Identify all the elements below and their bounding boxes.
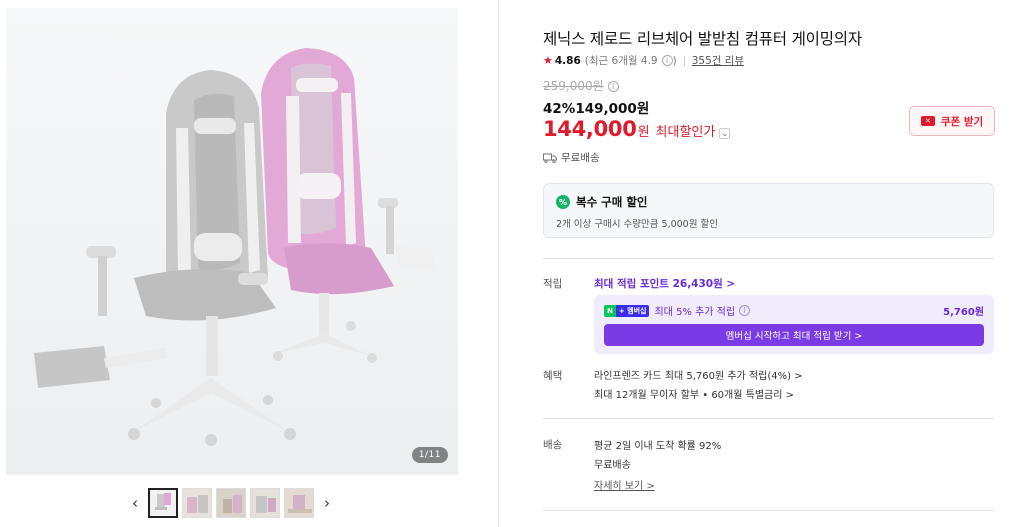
coupon-icon: ✕ [920,116,935,126]
naver-plus-badge: N + 멤버십 [604,304,650,317]
chevron-left-icon[interactable]: ‹ [126,488,144,518]
final-price: 144,000 [543,117,637,141]
thumbnail-1[interactable] [148,488,178,518]
thumbnail-2[interactable] [182,488,212,518]
thumbnail-4[interactable] [250,488,280,518]
bundle-title: 복수 구매 할인 [576,195,648,209]
star-icon: ★ [543,54,553,67]
sale-price-row: 42%149,000원 [543,97,649,117]
delivery-free: 무료배송 [594,460,631,471]
thumbnail-3[interactable] [216,488,246,518]
final-price-unit: 원 [637,125,650,140]
divider [683,55,685,66]
info-icon[interactable]: i [739,305,751,316]
percent-icon: % [556,195,570,209]
chevron-right-icon[interactable]: › [318,488,336,518]
thumbnail-room-image [183,489,211,517]
review-count-link[interactable]: 355건 리뷰 [692,53,744,68]
original-price: 259,000원 [543,79,604,93]
thumbnail-room-image [285,489,313,517]
bundle-desc: 2개 이상 구매시 수량만큼 5,000원 할인 [556,219,718,230]
bundle-header: % 복수 구매 할인 [556,194,981,210]
membership-button[interactable]: 멤버십 시작하고 최대 적립 받기 > [604,324,984,346]
membership-amount: 5,760원 [943,307,984,318]
max-points-link[interactable]: 최대 적립 포인트 26,430원 > [594,276,735,291]
badge-n: N [604,304,616,317]
points-label: 적립 [543,278,563,290]
rating-recent-close: ) [672,54,677,67]
gaming-chairs-illustration [6,8,458,475]
final-price-row: 144,000 원 최대할인가 ⌄ [543,117,731,141]
membership-text: 최대 5% 추가 적립 [654,307,736,318]
thumbnail-5[interactable] [284,488,314,518]
rating-value: 4.86 [554,54,581,67]
bundle-discount-box: % 복수 구매 할인 2개 이상 구매시 수량만큼 5,000원 할인 [543,183,994,238]
thumbnail-strip: ‹ › [126,488,336,518]
original-price-row: 259,000원 i [543,77,619,94]
benefits-label: 혜택 [543,370,563,382]
chevron-down-icon[interactable]: ⌄ [719,128,731,139]
thumbnail-room-image [251,489,279,517]
rating-row: ★ 4.86 (최근 6개월 4.9 i ) 355건 리뷰 [543,53,744,68]
shipping-row: 무료배송 [543,150,600,165]
product-info: 제닉스 제로드 리브체어 발받침 컴퓨터 게이밍의자 ★ 4.86 (최근 6개… [543,0,995,527]
final-price-label: 최대할인가 [655,125,716,140]
sale-price: 149,000원 [575,101,650,117]
coupon-label: 쿠폰 받기 [940,115,984,128]
discount-rate: 42% [543,101,576,117]
divider [543,258,994,259]
rating-recent: (최근 6개월 4.9 [584,55,658,67]
membership-box: N + 멤버십 최대 5% 추가 적립 i 5,760원 멤버십 시작하고 최대… [594,295,994,354]
delivery-probability: 평균 2일 이내 도착 확률 92% [594,441,722,452]
thumbnail-room-image [217,489,245,517]
product-title: 제닉스 제로드 리브체어 발받침 컴퓨터 게이밍의자 [543,30,862,48]
installment-link[interactable]: 최대 12개월 무이자 할부 • 60개월 특별금리 > [594,386,794,401]
product-main-image[interactable]: 1/11 [6,8,458,475]
column-divider [498,0,499,527]
thumbnail-chair-image [150,490,176,516]
shipping-text: 무료배송 [561,152,600,164]
delivery-label: 배송 [543,439,563,451]
truck-icon [543,153,557,163]
membership-row: N + 멤버십 최대 5% 추가 적립 i 5,760원 [604,303,984,318]
info-icon[interactable]: i [661,55,673,66]
coupon-button[interactable]: ✕ 쿠폰 받기 [909,106,995,136]
delivery-detail-link[interactable]: 자세히 보기 > [594,477,655,492]
info-icon[interactable]: i [607,81,619,92]
divider [543,510,994,511]
divider [543,418,994,419]
card-benefit-link[interactable]: 라인프렌즈 카드 최대 5,760원 추가 적립(4%) > [594,367,803,382]
badge-plus: + 멤버십 [615,304,650,317]
image-counter: 1/11 [411,447,448,463]
product-gallery: 1/11 ‹ › [0,0,498,527]
